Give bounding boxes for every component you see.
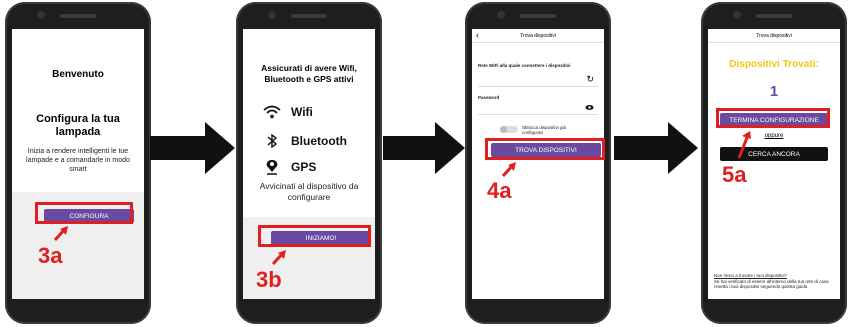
welcome-body: Inizia a rendere intelligenti le tue lam… — [26, 148, 130, 173]
step-label: 3b — [256, 267, 282, 292]
pointer-arrow-icon — [271, 250, 286, 266]
location-pin-icon — [266, 160, 278, 175]
highlight-box — [716, 108, 830, 128]
camera — [268, 11, 276, 19]
proximity-hint: Avvicinati al dispositivo da configurare — [259, 181, 359, 202]
flow-arrow-icon — [150, 122, 235, 174]
help-link[interactable]: Non riesci a trovare i tuoi dispositivi? — [714, 273, 787, 278]
password-label: Password — [478, 95, 500, 100]
wifi-icon — [263, 105, 281, 119]
found-title: Dispositivi Trovati: — [729, 59, 819, 70]
feature-label: Bluetooth — [291, 134, 347, 148]
help-text: Se hai verificato di essere all'interno … — [714, 279, 829, 289]
header-bar: ‹ Trova dispositivi — [472, 29, 604, 43]
bluetooth-icon — [267, 133, 278, 149]
refresh-icon[interactable]: ↻ — [586, 74, 594, 85]
pointer-arrow-icon — [53, 226, 68, 242]
camera — [497, 11, 505, 19]
network-label: Rete WiFi alla quale connettere i dispos… — [478, 63, 571, 68]
step-label: 3a — [38, 243, 63, 268]
camera — [733, 11, 741, 19]
header-bar: Trova dispositivi — [708, 29, 840, 43]
camera — [37, 11, 45, 19]
header-title: Trova dispositivi — [756, 33, 792, 39]
unlock-toggle[interactable] — [500, 126, 518, 133]
header-title: Trova dispositivi — [520, 33, 556, 39]
screen-find-devices: ‹ Trova dispositivi Rete WiFi alla quale… — [472, 29, 604, 299]
speaker — [756, 14, 792, 18]
step-label: 5a — [722, 162, 747, 187]
screen-requirements: Assicurati di avere Wifi, Bluetooth e GP… — [243, 29, 375, 299]
requirements-title: Assicurati di avere Wifi, Bluetooth e GP… — [261, 63, 357, 84]
phone-1: Benvenuto Configura la tua lampada Inizi… — [5, 2, 151, 324]
highlight-box — [258, 225, 371, 247]
found-count: 1 — [769, 83, 779, 100]
phone-3: ‹ Trova dispositivi Rete WiFi alla quale… — [465, 2, 611, 324]
toggle-label: Sblocca dispositivi già configurati — [522, 125, 567, 135]
pointer-arrow-icon — [737, 131, 751, 159]
highlight-box — [485, 138, 605, 160]
welcome-title: Benvenuto — [52, 69, 104, 80]
feature-label: GPS — [291, 160, 317, 174]
flow-arrow-icon — [383, 122, 465, 174]
feature-gps: GPS — [263, 159, 316, 175]
step-label: 4a — [487, 178, 512, 203]
speaker — [60, 14, 96, 18]
pointer-arrow-icon — [501, 162, 516, 178]
eye-icon[interactable] — [585, 104, 594, 111]
feature-bluetooth: Bluetooth — [263, 133, 347, 149]
or-link[interactable]: oppure — [708, 133, 840, 139]
speaker — [291, 14, 327, 18]
highlight-box — [35, 202, 133, 224]
feature-wifi: Wifi — [263, 105, 313, 119]
welcome-subtitle: Configura la tua lampada — [36, 113, 120, 138]
network-field[interactable]: ↻ — [478, 73, 598, 87]
screen-welcome: Benvenuto Configura la tua lampada Inizi… — [12, 29, 144, 299]
password-field[interactable] — [478, 101, 598, 115]
feature-label: Wifi — [291, 105, 313, 119]
speaker — [520, 14, 556, 18]
flow-arrow-icon — [614, 122, 698, 174]
